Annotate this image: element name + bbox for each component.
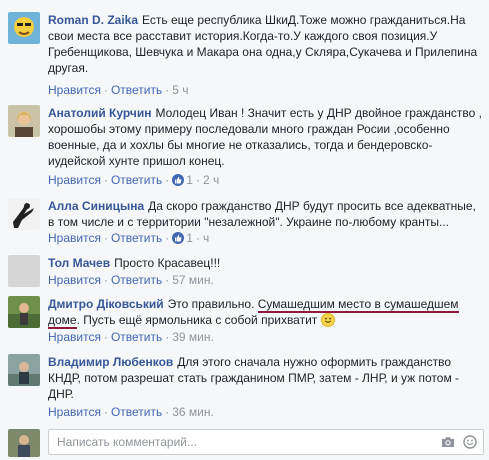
comment-time[interactable]: 36 мин. bbox=[172, 405, 214, 419]
reply-link[interactable]: Ответить bbox=[111, 231, 162, 245]
reply-link[interactable]: Ответить bbox=[111, 173, 162, 187]
comment-time[interactable]: ч bbox=[203, 231, 209, 245]
like-link[interactable]: Нравится bbox=[48, 231, 101, 245]
comment-time[interactable]: 39 мин. bbox=[172, 330, 214, 344]
comment-input-placeholder: Написать комментарий... bbox=[57, 435, 198, 449]
thumbs-up-icon[interactable] bbox=[172, 232, 185, 244]
comment-body: Тол Мачев Просто Красавец!!! bbox=[48, 255, 482, 271]
emoji-icon[interactable] bbox=[463, 435, 477, 452]
comment-time[interactable]: 57 мин. bbox=[172, 273, 214, 287]
underlined-text: доме bbox=[48, 313, 77, 329]
like-link[interactable]: Нравится bbox=[48, 83, 101, 97]
avatar[interactable] bbox=[8, 296, 40, 328]
reply-link[interactable]: Ответить bbox=[111, 405, 162, 419]
comment-author[interactable]: Алла Синицына bbox=[48, 199, 144, 213]
like-link[interactable]: Нравится bbox=[48, 405, 101, 419]
underlined-text: Сумашедшим место в сумашедшем bbox=[257, 297, 459, 313]
like-link[interactable]: Нравится bbox=[48, 173, 101, 187]
comment-time[interactable]: 5 ч bbox=[172, 83, 188, 97]
reply-link[interactable]: Ответить bbox=[111, 273, 162, 287]
comment-author[interactable]: Владимир Любенков bbox=[48, 355, 173, 369]
comment-actions: Нравится · Ответить · 57 мин. bbox=[48, 273, 214, 287]
comment-actions: Нравится · Ответить · 39 мин. bbox=[48, 330, 214, 344]
comment-actions: Нравится · Ответить · 1 · 2 ч bbox=[48, 173, 220, 187]
comment-body: Алла Синицына Да скоро гражданство ДНР бу… bbox=[48, 198, 482, 230]
comment-actions: Нравится · Ответить · 36 мин. bbox=[48, 405, 214, 419]
like-link[interactable]: Нравится bbox=[48, 330, 101, 344]
comment-text: . Пусть ещё ярмольника с собой прихватит bbox=[76, 313, 318, 327]
thumbs-up-icon[interactable] bbox=[172, 174, 185, 186]
comment-body: Анатолий Курчин Молодец Иван ! Значит ест… bbox=[48, 105, 482, 169]
comment-actions: Нравится · Ответить · 5 ч bbox=[48, 83, 189, 97]
comment-text: Просто Красавец!!! bbox=[114, 256, 221, 270]
comment-body: Roman D. Zaika Есть еще республика ШкиД.Т… bbox=[48, 12, 482, 76]
avatar[interactable] bbox=[8, 105, 40, 137]
comment-author[interactable]: Тол Мачев bbox=[48, 256, 110, 270]
comment-body: Владимир Любенков Для этого сначала нужно… bbox=[48, 354, 482, 402]
comment-text: Это правильно. bbox=[167, 297, 258, 311]
comment-body: Дмитро Діковський Это правильно. Сумашедш… bbox=[48, 296, 482, 329]
avatar[interactable] bbox=[8, 354, 40, 386]
avatar[interactable] bbox=[8, 255, 40, 287]
like-count[interactable]: 1 bbox=[186, 173, 193, 187]
comment-composer: Написать комментарий... bbox=[0, 425, 489, 460]
comment-author[interactable]: Анатолий Курчин bbox=[48, 106, 152, 120]
smile-emoji-icon bbox=[320, 313, 335, 327]
comment-input[interactable]: Написать комментарий... bbox=[48, 429, 484, 455]
avatar[interactable] bbox=[8, 12, 40, 44]
camera-icon[interactable] bbox=[441, 436, 455, 451]
comment-author[interactable]: Дмитро Діковський bbox=[48, 297, 164, 311]
reply-link[interactable]: Ответить bbox=[111, 83, 162, 97]
like-link[interactable]: Нравится bbox=[48, 273, 101, 287]
comment-actions: Нравится · Ответить · 1 · ч bbox=[48, 231, 210, 245]
avatar[interactable] bbox=[8, 198, 40, 230]
avatar[interactable] bbox=[8, 429, 40, 457]
like-count[interactable]: 1 bbox=[186, 231, 193, 245]
comment-time[interactable]: 2 ч bbox=[203, 173, 219, 187]
comment-author[interactable]: Roman D. Zaika bbox=[48, 13, 138, 27]
reply-link[interactable]: Ответить bbox=[111, 330, 162, 344]
